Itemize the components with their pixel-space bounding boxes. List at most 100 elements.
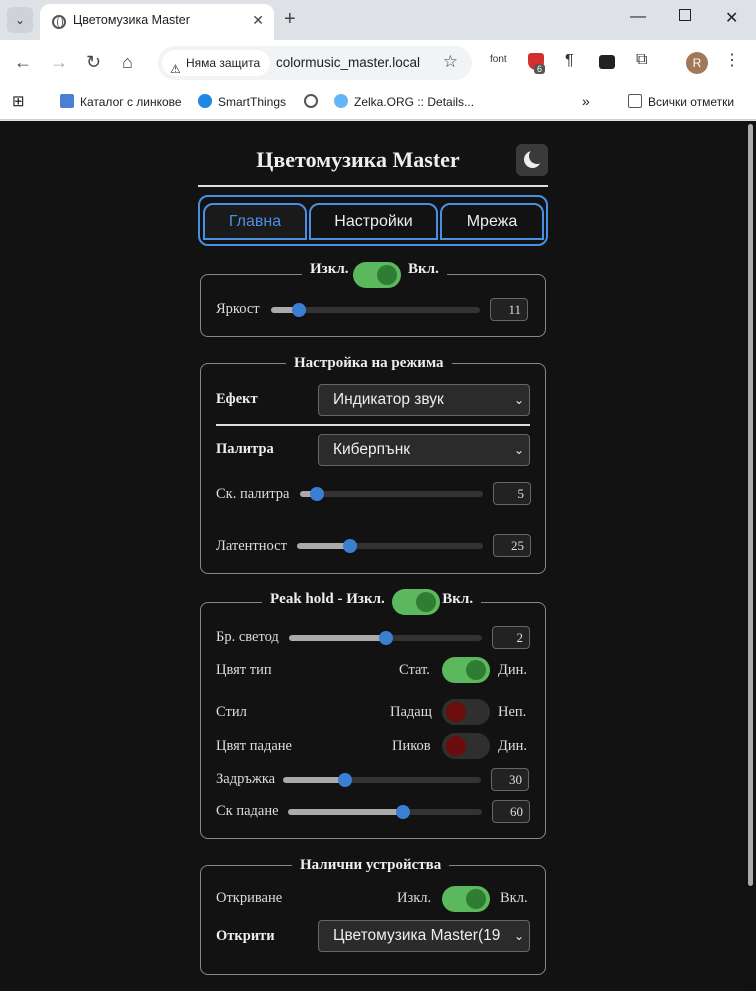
more-bookmarks-icon[interactable]: » bbox=[582, 93, 590, 109]
tab-settings[interactable]: Настройки bbox=[309, 203, 438, 240]
divider bbox=[216, 424, 530, 426]
puzzle-icon[interactable]: ⧉ bbox=[636, 51, 647, 69]
bookmarks-bar: ⊞ Каталог с линкове SmartThings Zelka.OR… bbox=[0, 86, 756, 120]
avatar[interactable]: R bbox=[686, 52, 708, 74]
palette-select[interactable]: Киберпънк ⌄ bbox=[318, 434, 530, 466]
slider-knob[interactable] bbox=[338, 773, 352, 787]
toggle-knob bbox=[466, 889, 486, 909]
leds-slider[interactable] bbox=[289, 631, 482, 645]
palette-label: Палитра bbox=[216, 441, 274, 457]
address-bar[interactable]: ⚠ Няма защита colormusic_master.local ☆ bbox=[158, 46, 472, 80]
fall-speed-slider[interactable] bbox=[288, 805, 482, 819]
bookmark-item[interactable]: SmartThings bbox=[198, 94, 286, 109]
globe-icon bbox=[304, 94, 318, 108]
palette-speed-value[interactable]: 5 bbox=[493, 482, 531, 505]
delay-slider[interactable] bbox=[283, 773, 481, 787]
minimize-icon[interactable]: — bbox=[630, 8, 646, 26]
toggle-knob bbox=[377, 265, 397, 285]
bookmark-item[interactable]: Zelka.ORG :: Details... bbox=[334, 94, 474, 109]
latency-value[interactable]: 25 bbox=[493, 534, 531, 557]
peak-hold-toggle[interactable] bbox=[392, 589, 440, 615]
apps-grid-icon[interactable]: ⊞ bbox=[12, 92, 25, 110]
chevron-down-icon: ⌄ bbox=[513, 929, 524, 943]
slider-knob[interactable] bbox=[396, 805, 410, 819]
color-type-toggle[interactable] bbox=[442, 657, 490, 683]
tab-main[interactable]: Главна bbox=[203, 203, 307, 240]
fall-speed-value[interactable]: 60 bbox=[492, 800, 530, 823]
slider-knob[interactable] bbox=[310, 487, 324, 501]
chevron-down-icon: ⌄ bbox=[513, 443, 524, 457]
bookmark-item[interactable]: Каталог с линкове bbox=[60, 94, 182, 109]
bookmark-icon bbox=[60, 94, 74, 108]
tampermonkey-icon[interactable] bbox=[599, 55, 615, 69]
devices-legend: Налични устройства bbox=[292, 857, 450, 874]
tab-network[interactable]: Мрежа bbox=[440, 203, 544, 240]
url-text[interactable]: colormusic_master.local bbox=[276, 55, 420, 70]
forward-arrow-icon[interactable]: → bbox=[50, 52, 68, 73]
palette-speed-slider[interactable] bbox=[300, 487, 483, 501]
latency-slider[interactable] bbox=[297, 539, 483, 553]
globe-icon bbox=[52, 15, 66, 29]
back-arrow-icon[interactable]: ← bbox=[14, 52, 32, 73]
browser-toolbar: ← → ↻ ⌂ ⚠ Няма защита colormusic_master.… bbox=[0, 40, 756, 86]
reload-icon[interactable]: ↻ bbox=[86, 52, 101, 73]
security-chip[interactable]: ⚠ Няма защита bbox=[162, 50, 271, 76]
bookmark-label: Zelka.ORG :: Details... bbox=[354, 95, 475, 109]
font-extension-icon[interactable]: font bbox=[490, 54, 507, 65]
tab-title: Цветомузика Master bbox=[73, 13, 190, 27]
paragraph-extension-icon[interactable]: ¶ bbox=[565, 52, 574, 70]
close-icon[interactable]: ✕ bbox=[252, 12, 264, 29]
latency-label: Латентност bbox=[216, 538, 287, 554]
color-type-left: Стат. bbox=[399, 662, 430, 678]
peak-hold-off-label: Peak hold - Изкл. bbox=[270, 591, 385, 607]
toggle-knob bbox=[466, 660, 486, 680]
fall-color-toggle[interactable] bbox=[442, 733, 490, 759]
delay-label: Задръжка bbox=[216, 771, 276, 787]
new-tab-icon[interactable]: + bbox=[284, 8, 296, 31]
scrollbar[interactable] bbox=[744, 121, 756, 991]
slider-knob[interactable] bbox=[343, 539, 357, 553]
leds-label: Бр. светод bbox=[216, 629, 279, 645]
fall-color-left: Пиков bbox=[392, 738, 431, 754]
page-content: Цветомузика Master Главна Настройки Мреж… bbox=[0, 121, 756, 991]
browser-tab[interactable]: Цветомузика Master ✕ bbox=[40, 4, 274, 40]
divider bbox=[198, 185, 548, 187]
maximize-icon[interactable] bbox=[679, 9, 691, 21]
home-icon[interactable]: ⌂ bbox=[122, 52, 133, 73]
bookmark-item[interactable] bbox=[304, 94, 324, 109]
effect-select[interactable]: Индикатор звук ⌄ bbox=[318, 384, 530, 416]
found-label: Открити bbox=[216, 928, 275, 944]
slider-fill bbox=[289, 635, 386, 641]
discovery-label: Откриване bbox=[216, 890, 283, 906]
more-menu-icon[interactable]: ⋮ bbox=[724, 50, 740, 70]
power-toggle[interactable] bbox=[353, 262, 401, 288]
leds-value[interactable]: 2 bbox=[492, 626, 530, 649]
slider-knob[interactable] bbox=[292, 303, 306, 317]
fall-speed-label: Ск падане bbox=[216, 803, 279, 819]
all-bookmarks[interactable]: Всички отметки bbox=[628, 94, 734, 109]
fall-color-label: Цвят падане bbox=[216, 738, 292, 754]
scrollbar-thumb[interactable] bbox=[748, 124, 753, 886]
discovery-toggle[interactable] bbox=[442, 886, 490, 912]
window-close-icon[interactable]: ✕ bbox=[725, 8, 738, 28]
brightness-slider[interactable] bbox=[271, 303, 480, 317]
bookmark-star-icon[interactable]: ☆ bbox=[443, 52, 458, 72]
slider-fill bbox=[288, 809, 403, 815]
discovery-left: Изкл. bbox=[397, 890, 432, 906]
color-type-right: Дин. bbox=[498, 662, 528, 678]
security-label: Няма защита bbox=[186, 56, 261, 70]
found-devices-select[interactable]: Цветомузика Master(19 ⌄ bbox=[318, 920, 530, 952]
warning-icon: ⚠ bbox=[170, 62, 181, 76]
power-off-label: Изкл. bbox=[310, 261, 349, 277]
theme-toggle-button[interactable] bbox=[516, 144, 548, 176]
style-toggle[interactable] bbox=[442, 699, 490, 725]
tab-search-button[interactable]: ⌄ bbox=[7, 7, 33, 33]
slider-knob[interactable] bbox=[379, 631, 393, 645]
brightness-value[interactable]: 11 bbox=[490, 298, 528, 321]
chevron-down-icon: ⌄ bbox=[14, 13, 26, 27]
delay-value[interactable]: 30 bbox=[491, 768, 529, 791]
toggle-knob bbox=[446, 702, 466, 722]
mode-legend: Настройка на режима bbox=[286, 355, 452, 372]
effect-label: Ефект bbox=[216, 391, 258, 407]
brightness-label: Яркост bbox=[216, 301, 260, 317]
